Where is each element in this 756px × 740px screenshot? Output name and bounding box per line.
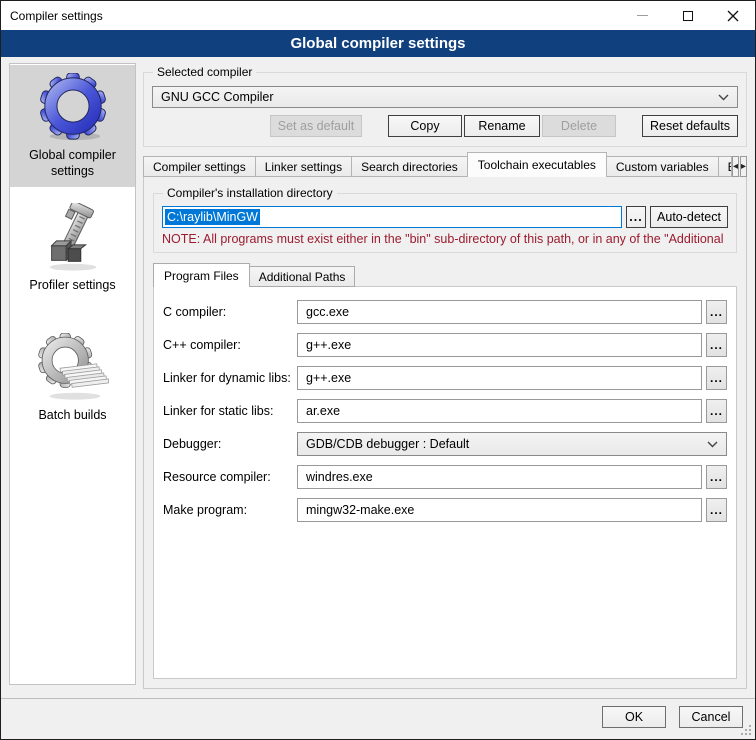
field-value: g++.exe [306,338,351,352]
installation-directory-browse-button[interactable]: ... [626,206,646,228]
gear-stack-icon [37,333,109,403]
resource-compiler-input[interactable]: windres.exe [297,465,702,489]
arrow-left-icon: ◂ [733,161,738,172]
minimize-icon [637,15,648,16]
compiler-button-row: Set as default Copy Rename Delete Reset … [152,115,738,137]
selected-path-text: C:\raylib\MinGW [165,209,260,225]
tab-scroll-left-button[interactable]: ◂ [732,156,739,177]
chevron-down-icon [707,441,718,448]
sidebar-item-profiler-settings[interactable]: Profiler settings [10,195,135,301]
caption-buttons [620,1,755,30]
tab-search-directories[interactable]: Search directories [351,156,468,177]
field-label: Debugger: [163,437,297,451]
reset-defaults-button[interactable]: Reset defaults [642,115,738,137]
auto-detect-button[interactable]: Auto-detect [650,206,728,228]
selected-compiler-group-label: Selected compiler [153,65,256,79]
field-value: windres.exe [306,470,373,484]
program-files-panel: C compiler: gcc.exe ... C++ compiler: g+… [153,286,737,679]
paths-subtabs: Program Files Additional Paths [153,263,737,287]
c-compiler-browse-button[interactable]: ... [706,300,727,324]
delete-button[interactable]: Delete [542,115,616,137]
tab-toolchain-executables[interactable]: Toolchain executables [467,152,607,177]
maximize-button[interactable] [665,1,710,30]
static-linker-browse-button[interactable]: ... [706,399,727,423]
field-row-static-linker: Linker for static libs: ar.exe ... [163,399,727,423]
close-button[interactable] [710,1,755,30]
field-label: Linker for static libs: [163,404,297,418]
field-row-debugger: Debugger: GDB/CDB debugger : Default [163,432,727,456]
debugger-select[interactable]: GDB/CDB debugger : Default [297,432,727,456]
compiler-select[interactable]: GNU GCC Compiler [152,86,738,108]
bin-subdirectory-note: NOTE: All programs must exist either in … [162,232,728,246]
sidebar-item-label: Profiler settings [29,277,115,293]
tab-custom-variables[interactable]: Custom variables [606,156,719,177]
minimize-button[interactable] [620,1,665,30]
dialog-footer: OK Cancel [1,698,755,739]
make-program-browse-button[interactable]: ... [706,498,727,522]
sidebar-item-label: Batch builds [38,407,106,423]
cancel-button[interactable]: Cancel [679,706,743,728]
tab-linker-settings[interactable]: Linker settings [255,156,352,177]
field-label: Make program: [163,503,297,517]
cpp-compiler-browse-button[interactable]: ... [706,333,727,357]
resource-compiler-browse-button[interactable]: ... [706,465,727,489]
settings-sidebar: Global compiler settings [9,63,136,685]
make-program-input[interactable]: mingw32-make.exe [297,498,702,522]
subtab-additional-paths[interactable]: Additional Paths [249,266,356,287]
field-value: mingw32-make.exe [306,503,414,517]
field-row-dynamic-linker: Linker for dynamic libs: g++.exe ... [163,366,727,390]
rename-button[interactable]: Rename [464,115,540,137]
selected-compiler-group: Selected compiler GNU GCC Compiler Set a… [143,72,747,147]
tab-compiler-settings[interactable]: Compiler settings [143,156,256,177]
field-row-c-compiler: C compiler: gcc.exe ... [163,300,727,324]
compiler-select-value: GNU GCC Compiler [161,90,274,104]
installation-directory-group-label: Compiler's installation directory [163,186,337,200]
field-label: C compiler: [163,305,297,319]
caliper-icon [37,203,109,273]
installation-directory-group: Compiler's installation directory C:\ray… [153,193,737,253]
toolchain-executables-panel: Compiler's installation directory C:\ray… [143,176,747,689]
window-title: Compiler settings [10,9,103,23]
set-as-default-button[interactable]: Set as default [270,115,362,137]
banner-title: Global compiler settings [290,35,465,52]
field-row-cpp-compiler: C++ compiler: g++.exe ... [163,333,727,357]
dynamic-linker-input[interactable]: g++.exe [297,366,702,390]
installation-directory-input[interactable]: C:\raylib\MinGW [162,206,622,228]
field-value: ar.exe [306,404,340,418]
tab-scroll-right-button[interactable]: ▸ [740,156,747,177]
subtab-program-files[interactable]: Program Files [153,263,250,287]
resize-grip[interactable] [749,733,751,735]
ok-button[interactable]: OK [602,706,666,728]
field-value: g++.exe [306,371,351,385]
maximize-icon [683,11,693,21]
field-label: Linker for dynamic libs: [163,371,297,385]
field-row-resource-compiler: Resource compiler: windres.exe ... [163,465,727,489]
compiler-settings-dialog: Compiler settings Global compiler settin… [0,0,756,740]
settings-tabstrip: Compiler settings Linker settings Search… [143,152,747,177]
field-value: gcc.exe [306,305,349,319]
blue-gear-icon [37,73,109,143]
sidebar-item-batch-builds[interactable]: Batch builds [10,325,135,431]
close-icon [727,10,739,22]
sidebar-item-global-compiler-settings[interactable]: Global compiler settings [10,65,135,187]
static-linker-input[interactable]: ar.exe [297,399,702,423]
tab-build-options-clipped[interactable]: Builc [718,156,732,177]
dialog-banner: Global compiler settings [1,30,755,57]
debugger-select-value: GDB/CDB debugger : Default [306,437,469,451]
copy-button[interactable]: Copy [388,115,462,137]
sidebar-item-label: Global compiler settings [12,147,133,179]
field-row-make-program: Make program: mingw32-make.exe ... [163,498,727,522]
main-content: Selected compiler GNU GCC Compiler Set a… [143,63,747,698]
chevron-down-icon [718,94,729,101]
cpp-compiler-input[interactable]: g++.exe [297,333,702,357]
c-compiler-input[interactable]: gcc.exe [297,300,702,324]
arrow-right-icon: ▸ [741,161,746,172]
field-label: Resource compiler: [163,470,297,484]
field-label: C++ compiler: [163,338,297,352]
dialog-body: Global compiler settings [1,57,755,698]
dynamic-linker-browse-button[interactable]: ... [706,366,727,390]
titlebar: Compiler settings [1,1,755,30]
